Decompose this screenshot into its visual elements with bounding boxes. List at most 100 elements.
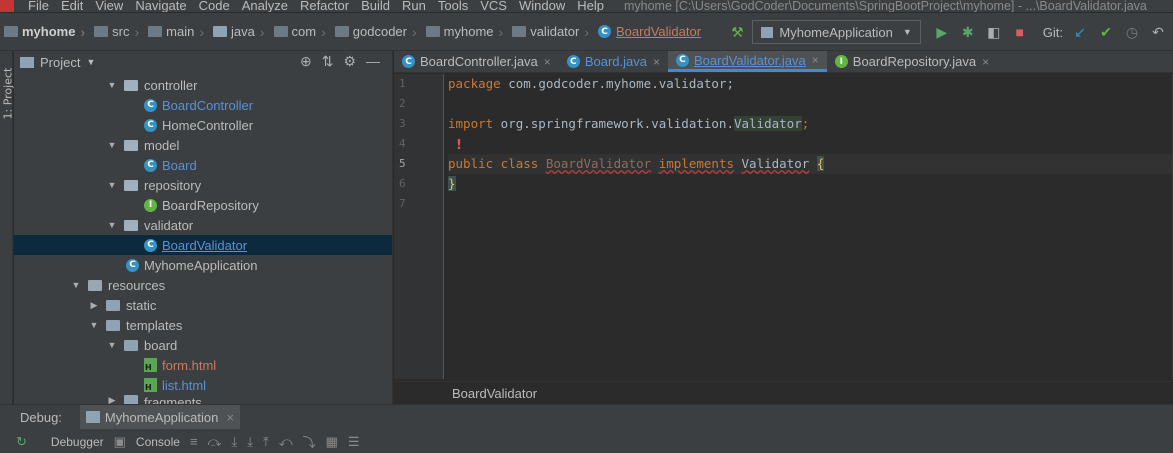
breadcrumb-godcoder[interactable]: godcoder › <box>331 24 422 40</box>
run-to-cursor-icon[interactable]: ⤵ <box>303 432 316 451</box>
git-commit-icon[interactable]: ✔ <box>1095 21 1117 43</box>
tab-console[interactable]: Console <box>136 435 180 449</box>
tree-item-board[interactable]: C Board <box>14 155 392 175</box>
tree-item-fragments[interactable]: ▶ fragments <box>14 395 392 404</box>
close-icon[interactable]: × <box>226 410 234 425</box>
breadcrumb-validator[interactable]: validator › <box>508 24 594 40</box>
tree-item-repository[interactable]: ▼ repository <box>14 175 392 195</box>
debug-bug-icon[interactable]: ✱ <box>957 21 979 43</box>
package-icon <box>512 26 527 37</box>
breadcrumb-boardvalidator[interactable]: C BoardValidator <box>594 24 701 39</box>
close-icon[interactable]: × <box>653 55 660 69</box>
menu-edit[interactable]: Edit <box>61 0 83 12</box>
tab-boardvalidator[interactable]: C BoardValidator.java × <box>667 51 827 72</box>
run-icon[interactable]: ▶ <box>931 21 953 43</box>
breadcrumb-myhome[interactable]: myhome › <box>0 24 90 40</box>
stop-icon[interactable]: ■ <box>1009 21 1031 43</box>
menu-tools[interactable]: Tools <box>438 0 468 12</box>
tree-item-list-html[interactable]: Hlist.html <box>14 375 392 395</box>
step-into-icon[interactable]: ⤓ <box>231 434 237 450</box>
menu-refactor[interactable]: Refactor <box>300 0 349 12</box>
editor-breadcrumb[interactable]: BoardValidator <box>394 381 1173 404</box>
collapsed-arrow-icon[interactable]: ▶ <box>88 300 100 311</box>
tree-item-resources[interactable]: ▼ resources <box>14 275 392 295</box>
tree-item-templates[interactable]: ▼ templates <box>14 315 392 335</box>
gear-icon[interactable]: ⚙ <box>343 53 356 70</box>
expanded-arrow-icon[interactable]: ▼ <box>70 280 82 290</box>
tree-item-form-html[interactable]: Hform.html <box>14 355 392 375</box>
menu-view[interactable]: View <box>95 0 123 12</box>
keyword-token: package <box>448 76 501 91</box>
step-over-icon[interactable]: ⤼ <box>208 434 222 450</box>
tree-item-label: form.html <box>162 357 217 373</box>
force-step-into-icon[interactable]: ⤓ <box>247 434 253 450</box>
tree-item-label: BoardRepository <box>162 197 259 213</box>
tree-item-validator[interactable]: ▼ validator <box>14 215 392 235</box>
menu-lines-icon[interactable]: ≡ <box>190 434 198 449</box>
build-hammer-icon[interactable]: ⚒ <box>726 21 748 43</box>
code-editor[interactable]: package com.godcoder.myhome.validator; i… <box>448 74 1148 214</box>
drop-frame-icon[interactable]: ⤺ <box>279 434 293 450</box>
project-tool-button[interactable]: 1: Project <box>2 68 15 120</box>
run-configuration-select[interactable]: MyhomeApplication ▼ <box>752 20 921 44</box>
breadcrumb-label: BoardValidator <box>616 24 702 39</box>
breadcrumb-com[interactable]: com › <box>270 24 331 40</box>
tree-item-label: HomeController <box>162 117 254 133</box>
expanded-arrow-icon[interactable]: ▼ <box>106 140 118 150</box>
collapsed-arrow-icon[interactable]: ▶ <box>106 395 118 404</box>
line-number: 4 <box>399 137 406 150</box>
git-rollback-icon[interactable]: ↶ <box>1147 21 1169 43</box>
menu-help[interactable]: Help <box>577 0 604 12</box>
menu-run[interactable]: Run <box>402 0 426 12</box>
close-icon[interactable]: × <box>812 53 819 67</box>
tab-debugger[interactable]: Debugger <box>51 435 104 449</box>
package-icon <box>124 179 138 191</box>
project-panel-title[interactable]: Project <box>40 55 80 70</box>
breadcrumb-myhome-pkg[interactable]: myhome › <box>422 24 509 40</box>
git-update-icon[interactable]: ↙ <box>1069 21 1091 43</box>
breadcrumb-main[interactable]: main › <box>144 24 209 40</box>
breadcrumb-src[interactable]: src › <box>90 24 144 40</box>
menu-vcs[interactable]: VCS <box>480 0 507 12</box>
expanded-arrow-icon[interactable]: ▼ <box>106 180 118 190</box>
expanded-arrow-icon[interactable]: ▼ <box>106 220 118 230</box>
tree-item-boardvalidator[interactable]: C BoardValidator <box>14 235 392 255</box>
expanded-arrow-icon[interactable]: ▼ <box>106 80 118 90</box>
tree-item-board-folder[interactable]: ▼ board <box>14 335 392 355</box>
tree-item-myhomeapplication[interactable]: C MyhomeApplication <box>14 255 392 275</box>
tab-boardcontroller[interactable]: C BoardController.java × <box>394 51 559 72</box>
menu-code[interactable]: Code <box>199 0 230 12</box>
tree-item-static[interactable]: ▶ static <box>14 295 392 315</box>
menu-analyze[interactable]: Analyze <box>242 0 288 12</box>
tab-label: BoardRepository.java <box>852 54 977 69</box>
chevron-down-icon[interactable]: ▼ <box>86 57 95 67</box>
evaluate-icon[interactable]: ▦ <box>326 434 338 450</box>
tree-item-homecontroller[interactable]: C HomeController <box>14 115 392 135</box>
menu-build[interactable]: Build <box>361 0 390 12</box>
git-history-icon[interactable]: ◷ <box>1121 21 1143 43</box>
expanded-arrow-icon[interactable]: ▼ <box>106 340 118 350</box>
tree-item-model[interactable]: ▼ model <box>14 135 392 155</box>
tree-item-controller[interactable]: ▼ controller <box>14 75 392 95</box>
menu-navigate[interactable]: Navigate <box>135 0 186 12</box>
close-icon[interactable]: × <box>544 55 551 69</box>
step-out-icon[interactable]: ⤒ <box>263 434 269 450</box>
folder-icon <box>94 26 109 37</box>
tab-boardrepository[interactable]: I BoardRepository.java × <box>827 51 997 72</box>
collapse-all-icon[interactable]: ⇅ <box>322 53 334 70</box>
coverage-icon[interactable]: ◧ <box>983 21 1005 43</box>
tab-board[interactable]: C Board.java × <box>559 51 668 72</box>
locate-target-icon[interactable]: ⊕ <box>300 53 312 70</box>
menu-file[interactable]: File <box>28 0 49 12</box>
tree-item-boardrepository[interactable]: I BoardRepository <box>14 195 392 215</box>
code-token: com.godcoder.myhome.validator; <box>500 76 734 91</box>
close-icon[interactable]: × <box>982 55 989 69</box>
rerun-icon[interactable]: ↻ <box>16 434 27 450</box>
debug-session-tab[interactable]: MyhomeApplication × <box>79 405 240 429</box>
hide-minus-icon[interactable]: — <box>366 53 380 70</box>
more-icon[interactable]: ☰ <box>348 434 360 450</box>
breadcrumb-java[interactable]: java › <box>209 24 270 40</box>
tree-item-boardcontroller[interactable]: C BoardController <box>14 95 392 115</box>
menu-window[interactable]: Window <box>519 0 565 12</box>
expanded-arrow-icon[interactable]: ▼ <box>88 320 100 330</box>
